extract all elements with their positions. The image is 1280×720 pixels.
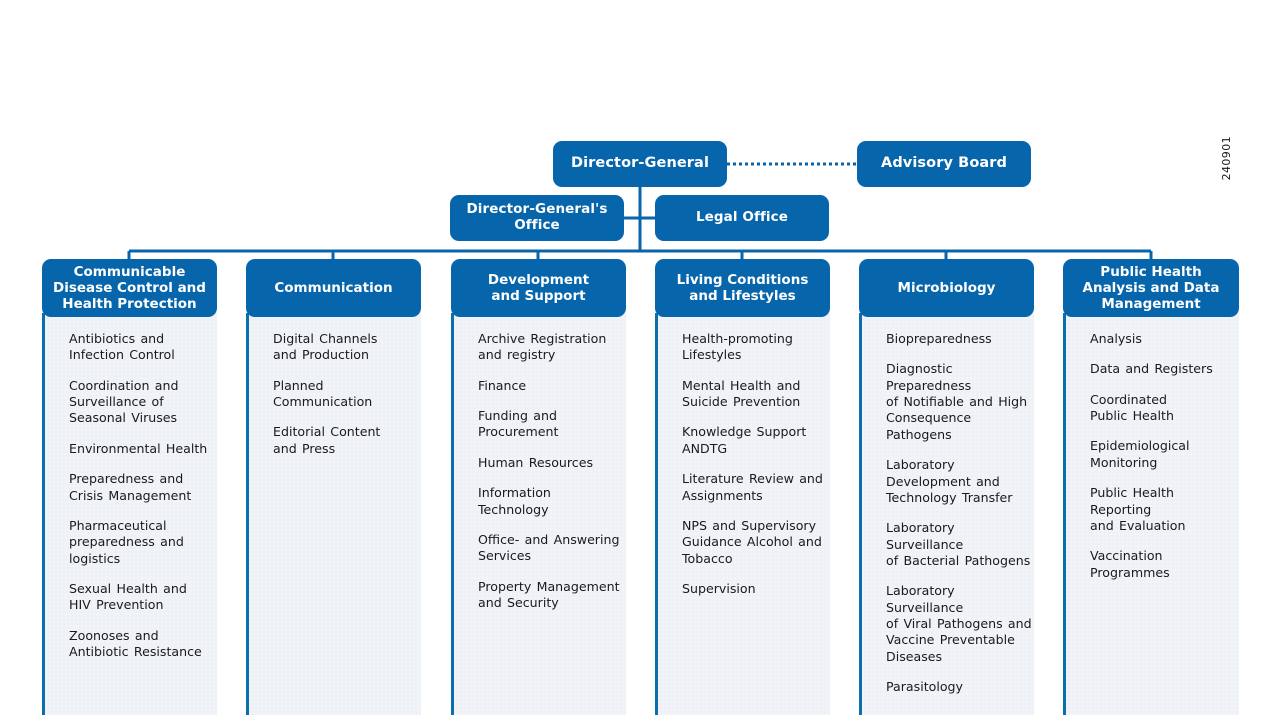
- department-unit[interactable]: Public Health Reporting and Evaluation: [1090, 485, 1235, 534]
- department-column: Public Health Analysis and Data Management…: [1063, 259, 1239, 715]
- department-unit[interactable]: Health-promoting Lifestyles: [682, 331, 830, 364]
- department-column: Living Conditions and Lifestyles Health-p…: [655, 259, 830, 715]
- department-unit[interactable]: Parasitology: [886, 679, 1034, 695]
- department-unit[interactable]: Coordination and Surveillance of Seasonal …: [69, 378, 217, 427]
- department-unit[interactable]: Zoonoses and Antibiotic Resistance: [69, 628, 217, 661]
- department-unit[interactable]: Preparedness and Crisis Management: [69, 471, 217, 504]
- department-unit[interactable]: Finance: [478, 378, 626, 394]
- department-unit[interactable]: Analysis: [1090, 331, 1235, 347]
- node-director-general[interactable]: Director-General: [553, 141, 727, 187]
- department-unit-list: Health-promoting Lifestyles Mental Health …: [655, 313, 830, 715]
- department-unit-list: Antibiotics and Infection Control Coordina…: [42, 313, 217, 715]
- department-header[interactable]: Communicable Disease Control and Health Pr…: [42, 259, 217, 317]
- node-director-generals-office[interactable]: Director-General's Office: [450, 195, 624, 241]
- department-unit[interactable]: Digital Channels and Production: [273, 331, 421, 364]
- department-column: Development and Support Archive Registrat…: [451, 259, 626, 715]
- department-header[interactable]: Communication: [246, 259, 421, 317]
- department-unit-list: Analysis Data and Registers Coordinated Pub…: [1063, 313, 1239, 715]
- department-unit[interactable]: Environmental Health: [69, 441, 217, 457]
- node-advisory-board[interactable]: Advisory Board: [857, 141, 1031, 187]
- department-unit[interactable]: Property Management and Security: [478, 579, 626, 612]
- department-header[interactable]: Development and Support: [451, 259, 626, 317]
- department-unit[interactable]: Vaccination Programmes: [1090, 548, 1235, 581]
- document-code: 240901: [1220, 136, 1233, 181]
- department-unit[interactable]: Planned Communication: [273, 378, 421, 411]
- department-unit[interactable]: Biopreparedness: [886, 331, 1034, 347]
- department-unit[interactable]: NPS and Supervisory Guidance Alcohol and T…: [682, 518, 830, 567]
- department-column: Microbiology Biopreparedness Diagnostic P…: [859, 259, 1034, 715]
- department-unit[interactable]: Mental Health and Suicide Prevention: [682, 378, 830, 411]
- department-unit[interactable]: Epidemiological Monitoring: [1090, 438, 1235, 471]
- org-chart: Director-General Advisory Board Director…: [0, 0, 1280, 720]
- department-unit[interactable]: Antibiotics and Infection Control: [69, 331, 217, 364]
- department-unit[interactable]: Laboratory Development and Technology Tran…: [886, 457, 1034, 506]
- department-unit-list: Archive Registration and registry Finance F…: [451, 313, 626, 715]
- department-unit[interactable]: Human Resources: [478, 455, 626, 471]
- department-unit[interactable]: Funding and Procurement: [478, 408, 626, 441]
- department-unit[interactable]: Diagnostic Preparedness of Notifiable and…: [886, 361, 1034, 443]
- department-header[interactable]: Microbiology: [859, 259, 1034, 317]
- department-column: Communicable Disease Control and Health Pr…: [42, 259, 217, 715]
- department-unit-list: Digital Channels and Production Planned Co…: [246, 313, 421, 715]
- node-legal-office[interactable]: Legal Office: [655, 195, 829, 241]
- department-unit[interactable]: Knowledge Support ANDTG: [682, 424, 830, 457]
- department-unit[interactable]: Laboratory Surveillance of Viral Pathogen…: [886, 583, 1034, 665]
- department-unit[interactable]: Office- and Answering Services: [478, 532, 626, 565]
- department-unit[interactable]: Literature Review and Assignments: [682, 471, 830, 504]
- department-unit[interactable]: Pharmaceutical preparedness and logistics: [69, 518, 217, 567]
- department-unit[interactable]: Information Technology: [478, 485, 626, 518]
- department-unit[interactable]: Sexual Health and HIV Prevention: [69, 581, 217, 614]
- department-unit[interactable]: Data and Registers: [1090, 361, 1235, 377]
- department-unit[interactable]: Coordinated Public Health: [1090, 392, 1235, 425]
- department-unit[interactable]: Archive Registration and registry: [478, 331, 626, 364]
- department-unit[interactable]: Editorial Content and Press: [273, 424, 421, 457]
- department-unit[interactable]: Laboratory Surveillance of Bacterial Path…: [886, 520, 1034, 569]
- department-header[interactable]: Living Conditions and Lifestyles: [655, 259, 830, 317]
- department-header[interactable]: Public Health Analysis and Data Management: [1063, 259, 1239, 317]
- department-column: Communication Digital Channels and Produc…: [246, 259, 421, 715]
- department-unit[interactable]: Supervision: [682, 581, 830, 597]
- department-unit-list: Biopreparedness Diagnostic Preparedness of…: [859, 313, 1034, 715]
